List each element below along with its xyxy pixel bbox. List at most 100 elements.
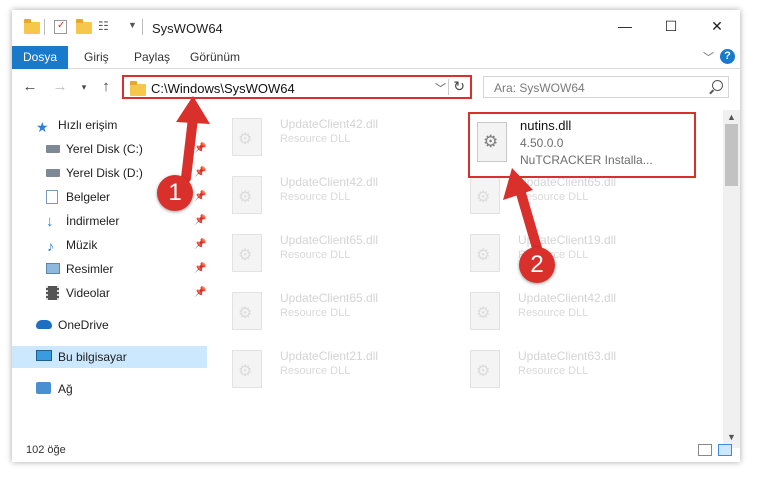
new-folder-icon[interactable] — [76, 19, 92, 34]
sidebar-item-label: Yerel Disk (C:) — [66, 142, 143, 156]
download-icon: ↓ — [46, 213, 54, 230]
file-type: Resource DLL — [280, 365, 351, 377]
navigation-bar: ← → ▾ ↑ C:\Windows\SysWOW64 ﹀ ↻ Ara: Sys… — [12, 72, 740, 102]
sidebar-item-label: Ağ — [58, 382, 73, 396]
drive-icon — [46, 145, 60, 153]
pin-icon[interactable]: 📌 — [194, 162, 206, 184]
tab-home[interactable]: Giriş — [84, 46, 109, 68]
folder-icon — [24, 19, 40, 34]
sidebar-item-label: OneDrive — [58, 318, 109, 332]
sidebar-item-this-pc[interactable]: Bu bilgisayar — [12, 346, 207, 368]
item-count: 102 öğe — [26, 444, 66, 456]
dll-file-icon — [232, 350, 262, 388]
file-name: UpdateClient65.dll — [280, 233, 379, 247]
address-bar[interactable]: C:\Windows\SysWOW64 ﹀ ↻ — [122, 75, 472, 99]
file-item[interactable]: UpdateClient21.dll Resource DLL — [208, 342, 434, 396]
file-type: Resource DLL — [518, 365, 589, 377]
pin-icon[interactable]: 📌 — [194, 138, 206, 160]
sidebar-item-onedrive[interactable]: OneDrive — [12, 314, 207, 336]
address-dropdown-icon[interactable]: ﹀ — [435, 80, 446, 96]
dll-file-icon — [470, 234, 500, 272]
pin-icon[interactable]: 📌 — [194, 258, 206, 280]
dll-file-icon — [470, 176, 500, 214]
tab-share[interactable]: Paylaş — [134, 46, 170, 68]
quick-access-dropdown-icon[interactable]: ▼ — [128, 20, 137, 36]
search-input[interactable]: Ara: SysWOW64 — [494, 81, 585, 95]
file-type: Resource DLL — [280, 133, 351, 145]
up-arrow-icon[interactable]: ↑ — [96, 77, 116, 97]
pin-icon[interactable]: 📌 — [194, 210, 206, 232]
file-type: Resource DLL — [280, 191, 351, 203]
forward-arrow-icon[interactable]: → — [50, 77, 70, 97]
customize-toolbar-icon[interactable]: ☷ — [98, 19, 109, 35]
search-box[interactable]: Ara: SysWOW64 — [483, 76, 729, 98]
dll-file-icon — [232, 292, 262, 330]
dll-file-icon — [470, 350, 500, 388]
divider — [44, 19, 45, 35]
sidebar-item-label: Videolar — [66, 286, 110, 300]
callout-badge-1: 1 — [157, 175, 193, 211]
refresh-icon[interactable]: ↻ — [453, 78, 465, 95]
folder-icon — [130, 81, 146, 96]
file-version: 4.50.0.0 — [520, 136, 564, 150]
dll-file-icon — [232, 234, 262, 272]
file-type: Resource DLL — [280, 307, 351, 319]
sidebar-item-downloads[interactable]: ↓ İndirmeler 📌 — [12, 210, 207, 232]
file-name: UpdateClient42.dll — [518, 291, 617, 305]
sidebar-item-label: İndirmeler — [66, 214, 120, 228]
file-item[interactable]: UpdateClient42.dll Resource DLL — [208, 110, 434, 164]
file-description: NuTCRACKER Installa... — [520, 153, 653, 167]
window-title: SysWOW64 — [152, 21, 223, 36]
cloud-icon — [36, 320, 52, 329]
file-name: UpdateClient19.dll — [518, 233, 617, 247]
vertical-scrollbar[interactable]: ▲ ▼ — [723, 110, 740, 448]
file-item[interactable]: UpdateClient65.dll Resource DLL — [208, 226, 434, 280]
pictures-icon — [46, 263, 60, 274]
pin-icon[interactable]: 📌 — [194, 234, 206, 256]
sidebar-item-quick-access[interactable]: ★ Hızlı erişim — [12, 114, 207, 136]
sidebar-item-network[interactable]: Ağ — [12, 378, 207, 400]
close-button[interactable]: ✕ — [694, 10, 740, 42]
star-icon: ★ — [36, 119, 49, 135]
file-item[interactable]: UpdateClient63.dll Resource DLL — [446, 342, 672, 396]
file-item[interactable]: UpdateClient42.dll Resource DLL — [208, 168, 434, 222]
sidebar-item-music[interactable]: ♪ Müzik 📌 — [12, 234, 207, 256]
network-icon — [36, 382, 51, 394]
sidebar-item-videos[interactable]: Videolar 📌 — [12, 282, 207, 304]
dll-file-icon — [477, 122, 507, 162]
file-name: nutins.dll — [520, 118, 572, 133]
scrollbar-thumb[interactable] — [725, 124, 738, 186]
properties-icon[interactable]: ✓ — [54, 20, 67, 34]
scroll-up-icon[interactable]: ▲ — [727, 112, 736, 122]
minimize-button[interactable]: — — [602, 10, 648, 42]
file-name: UpdateClient65.dll — [280, 291, 379, 305]
file-type: Resource DLL — [518, 307, 589, 319]
file-type: Resource DLL — [280, 249, 351, 261]
sidebar-item-disk-c[interactable]: Yerel Disk (C:) 📌 — [12, 138, 207, 160]
search-icon[interactable] — [712, 80, 723, 91]
tab-view[interactable]: Görünüm — [190, 46, 240, 68]
dll-file-icon — [470, 292, 500, 330]
target-file-nutins[interactable]: nutins.dll 4.50.0.0 NuTCRACKER Installa.… — [468, 112, 696, 178]
maximize-button[interactable]: ☐ — [648, 10, 694, 42]
file-item[interactable]: UpdateClient65.dll Resource DLL — [208, 284, 434, 338]
explorer-window: ✓ ☷ ▼ SysWOW64 — ☐ ✕ Dosya Giriş Paylaş … — [12, 10, 740, 462]
file-item[interactable]: UpdateClient42.dll Resource DLL — [446, 284, 672, 338]
help-button[interactable]: ? — [720, 49, 735, 64]
pin-icon[interactable]: 📌 — [194, 282, 206, 304]
back-arrow-icon[interactable]: ← — [20, 77, 40, 97]
expand-ribbon-icon[interactable]: ﹀ — [703, 49, 714, 65]
pin-icon[interactable]: 📌 — [194, 186, 206, 208]
file-name: UpdateClient21.dll — [280, 349, 379, 363]
file-item[interactable]: UpdateClient19.dll Resource DLL — [446, 226, 672, 280]
divider — [142, 19, 143, 35]
address-path[interactable]: C:\Windows\SysWOW64 — [151, 81, 295, 96]
tiles-view-icon[interactable] — [718, 444, 732, 456]
recent-locations-icon[interactable]: ▾ — [74, 77, 94, 97]
navigation-pane: ★ Hızlı erişim Yerel Disk (C:) 📌 Yerel D… — [12, 110, 207, 436]
sidebar-item-pictures[interactable]: Resimler 📌 — [12, 258, 207, 280]
sidebar-item-label: Bu bilgisayar — [58, 350, 127, 364]
details-view-icon[interactable] — [698, 444, 712, 456]
file-name: UpdateClient42.dll — [280, 117, 379, 131]
tab-file[interactable]: Dosya — [12, 46, 68, 69]
